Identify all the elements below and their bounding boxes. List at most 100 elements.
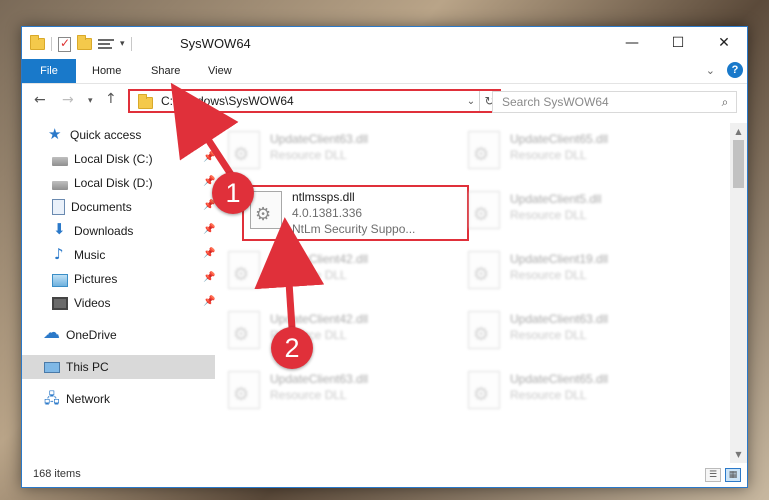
properties-check-icon[interactable]: [58, 36, 71, 52]
title-bar: ▾ SysWOW64 — ☐ ✕: [22, 27, 747, 59]
file-name: UpdateClient63.dll: [270, 372, 369, 386]
search-box[interactable]: ⌕: [492, 91, 737, 113]
help-icon[interactable]: ?: [727, 62, 743, 78]
sidebar-item-network[interactable]: Network: [22, 387, 215, 412]
file-tile[interactable]: UpdateClient63.dll Resource DLL: [222, 125, 447, 177]
pin-icon[interactable]: 📌: [203, 248, 215, 259]
toolbar-divider: [130, 37, 132, 51]
file-tile[interactable]: UpdateClient65.dll Resource DLL: [462, 365, 687, 417]
address-dropdown-icon[interactable]: ⌄: [463, 96, 479, 107]
new-folder-icon[interactable]: [77, 35, 92, 50]
customize-icon[interactable]: [98, 38, 114, 51]
sidebar-item-this-pc[interactable]: This PC: [22, 355, 215, 379]
pin-icon[interactable]: 📌: [203, 152, 215, 163]
up-arrow-icon[interactable]: ↑: [105, 91, 117, 107]
sidebar-item-label: Downloads: [74, 224, 134, 238]
file-description: NtLm Security Suppo...: [292, 222, 416, 236]
recent-locations-icon[interactable]: ▾: [88, 96, 93, 106]
disk-icon: [52, 180, 68, 190]
file-name: UpdateClient42.dll: [270, 312, 369, 326]
qat-dropdown-icon[interactable]: ▾: [120, 39, 125, 49]
sidebar-item-local-disk-d[interactable]: Local Disk (D:) 📌: [22, 171, 215, 195]
tab-home[interactable]: Home: [92, 59, 121, 83]
status-bar: 168 items ☰ ▦: [22, 463, 747, 487]
sidebar-item-label: OneDrive: [66, 328, 117, 342]
sidebar-item-downloads[interactable]: Downloads 📌: [22, 219, 215, 243]
details-view-icon[interactable]: ☰: [705, 468, 721, 482]
file-tile[interactable]: UpdateClient65.dll Resource DLL: [462, 125, 687, 177]
file-type: Resource DLL: [510, 388, 587, 402]
tab-share[interactable]: Share: [151, 59, 180, 83]
dll-file-icon: [468, 131, 500, 169]
folder-icon: [30, 35, 45, 50]
expand-ribbon-icon[interactable]: ⌄: [706, 64, 715, 77]
file-name: ntlmssps.dll: [292, 190, 355, 204]
file-tile-ntlmssps[interactable]: ntlmssps.dll 4.0.1381.336 NtLm Security …: [242, 185, 469, 241]
pin-icon[interactable]: 📌: [203, 224, 215, 235]
download-icon: [52, 220, 68, 239]
file-type: Resource DLL: [510, 208, 587, 222]
sidebar-item-documents[interactable]: Documents 📌: [22, 195, 215, 219]
file-tile[interactable]: UpdateClient63.dll Resource DLL: [462, 305, 687, 357]
sidebar-item-quick-access[interactable]: Quick access: [22, 123, 215, 147]
pin-icon[interactable]: 📌: [203, 272, 215, 283]
back-arrow-icon[interactable]: ←: [34, 92, 46, 108]
address-path[interactable]: C:\Windows\SysWOW64: [161, 94, 463, 108]
sidebar-item-music[interactable]: Music 📌: [22, 243, 215, 267]
search-input[interactable]: [502, 95, 714, 109]
dll-file-icon: [228, 251, 260, 289]
ribbon-tabs: File Home Share View ⌄ ?: [22, 59, 747, 84]
sidebar-item-label: Videos: [74, 296, 111, 310]
scroll-thumb[interactable]: [733, 140, 744, 188]
file-type: Resource DLL: [270, 388, 347, 402]
dll-file-icon: [468, 191, 500, 229]
file-tile[interactable]: UpdateClient42.dllResource DLL: [222, 305, 447, 357]
sidebar-item-label: Local Disk (D:): [74, 176, 153, 190]
tab-view[interactable]: View: [208, 59, 232, 83]
folder-icon: [138, 93, 153, 109]
pin-icon[interactable]: 📌: [203, 296, 215, 307]
file-name: UpdateClient65.dll: [510, 372, 609, 386]
sidebar-item-label: This PC: [66, 360, 109, 374]
tiles-view-icon[interactable]: ▦: [725, 468, 741, 482]
minimize-button[interactable]: —: [609, 27, 655, 59]
file-tile[interactable]: UpdateClient42.dllResource DLL: [222, 245, 447, 297]
sidebar-item-local-disk-c[interactable]: Local Disk (C:) 📌: [22, 147, 215, 171]
vertical-scrollbar[interactable]: ▲ ▼: [730, 123, 747, 463]
dll-file-icon: [228, 311, 260, 349]
file-tile[interactable]: UpdateClient5.dll Resource DLL: [462, 185, 687, 237]
step1-badge: 1: [212, 172, 254, 214]
navigation-pane: Quick access Local Disk (C:) 📌 Local Dis…: [22, 123, 215, 463]
file-name: UpdateClient63.dll: [270, 132, 369, 146]
sidebar-item-label: Quick access: [70, 128, 142, 142]
forward-arrow-icon[interactable]: →: [62, 92, 74, 108]
file-list: UpdateClient63.dll Resource DLL UpdateCli…: [222, 123, 732, 463]
file-name: UpdateClient65.dll: [510, 132, 609, 146]
file-name: UpdateClient19.dll: [510, 252, 609, 266]
explorer-window: ▾ SysWOW64 — ☐ ✕ File Home Share View ⌄ …: [21, 26, 748, 488]
cloud-icon: [43, 323, 60, 343]
maximize-button[interactable]: ☐: [655, 27, 701, 59]
close-button[interactable]: ✕: [701, 27, 747, 59]
star-icon: [48, 125, 64, 143]
search-icon[interactable]: ⌕: [714, 95, 736, 110]
sidebar-item-label: Local Disk (C:): [74, 152, 153, 166]
file-type: Resource DLL: [270, 148, 347, 162]
sidebar-item-pictures[interactable]: Pictures 📌: [22, 267, 215, 291]
dll-file-icon: [250, 191, 282, 229]
tab-file[interactable]: File: [22, 59, 76, 83]
sidebar-item-videos[interactable]: Videos 📌: [22, 291, 215, 315]
file-type: Resource DLL: [270, 268, 347, 282]
file-type: Resource DLL: [510, 328, 587, 342]
step2-badge: 2: [271, 327, 313, 369]
dll-file-icon: [228, 371, 260, 409]
disk-icon: [52, 156, 68, 166]
scroll-up-icon[interactable]: ▲: [730, 123, 747, 140]
file-type: Resource DLL: [510, 148, 587, 162]
scroll-down-icon[interactable]: ▼: [730, 446, 747, 463]
music-icon: [52, 245, 68, 263]
file-tile[interactable]: UpdateClient63.dll Resource DLL: [222, 365, 447, 417]
address-bar[interactable]: C:\Windows\SysWOW64 ⌄ ↻: [128, 89, 501, 113]
sidebar-item-onedrive[interactable]: OneDrive: [22, 323, 215, 347]
file-tile[interactable]: UpdateClient19.dll Resource DLL: [462, 245, 687, 297]
